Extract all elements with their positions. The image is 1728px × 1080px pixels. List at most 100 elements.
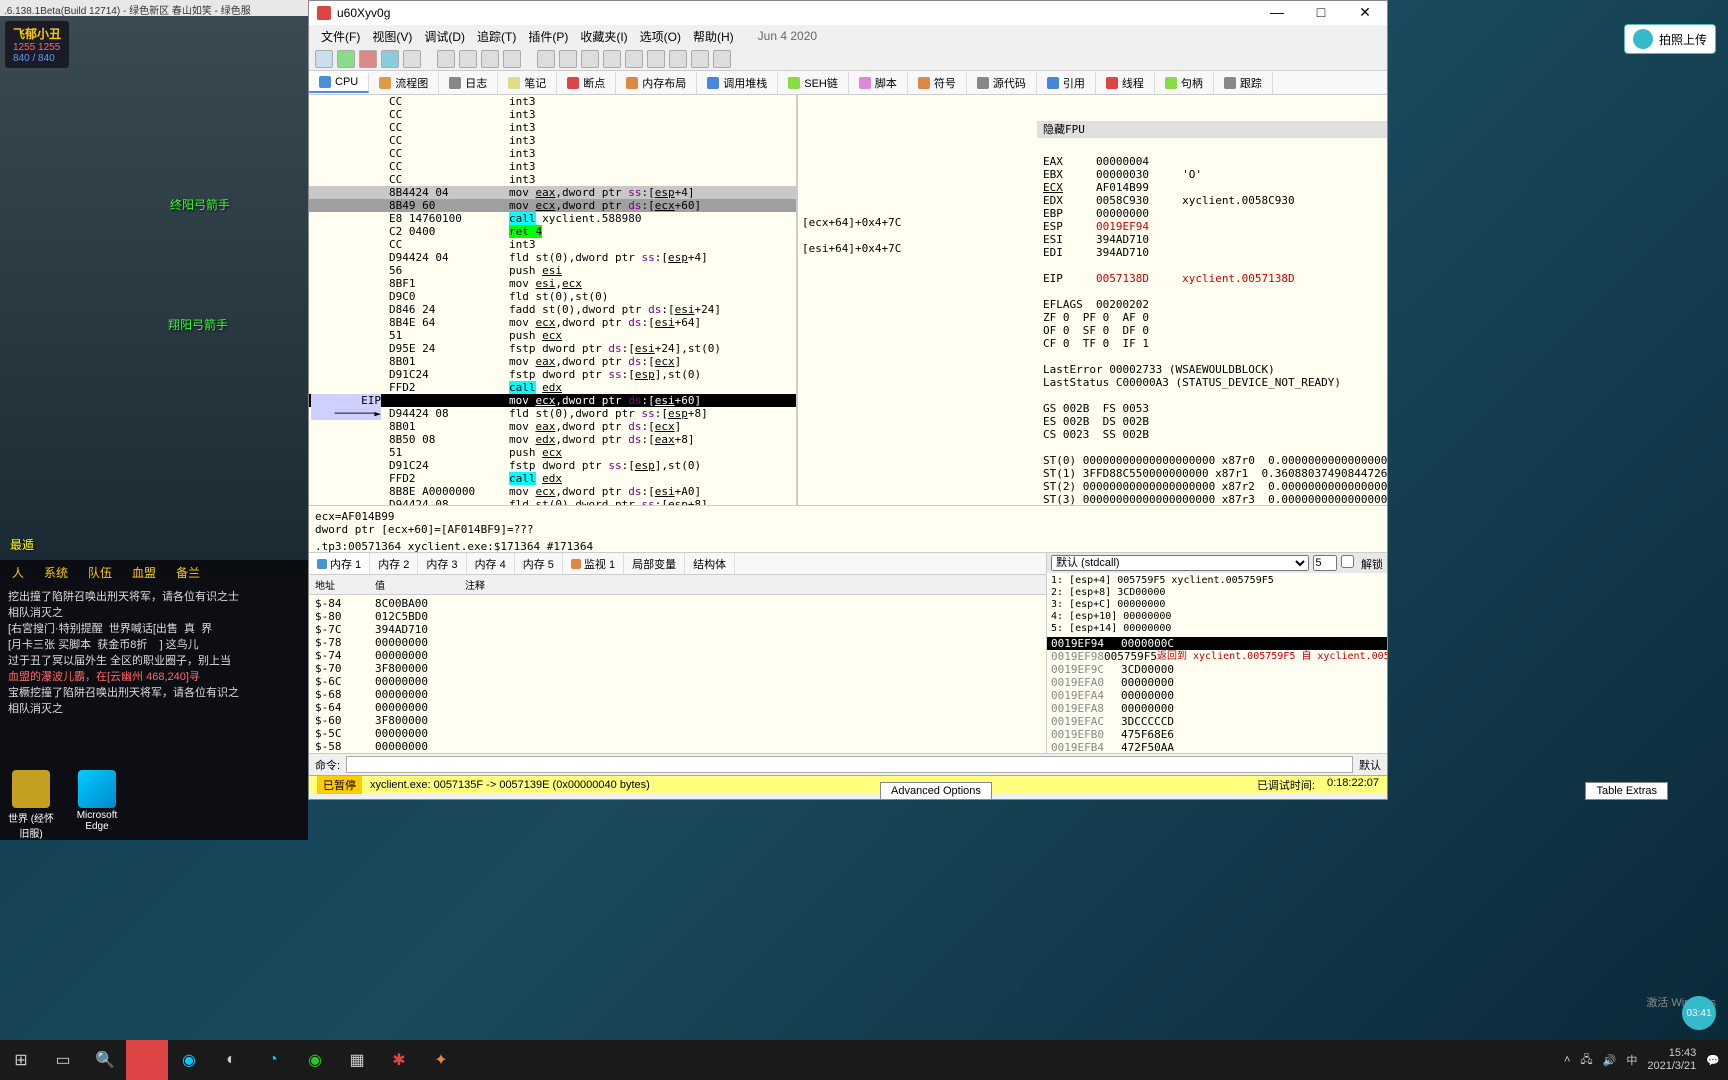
- stack-view[interactable]: 0019EF940000000C0019EF98005759F5返回到 xycl…: [1047, 637, 1387, 753]
- stack-row[interactable]: 0019EF9C3CD00000: [1047, 663, 1387, 676]
- disasm-line[interactable]: 8B4E 64mov ecx,dword ptr ds:[esi+64]: [309, 316, 796, 329]
- memory-row[interactable]: $-7800000000: [315, 636, 1040, 649]
- notifications-icon[interactable]: 💬: [1706, 1054, 1720, 1067]
- disasm-line[interactable]: D95E 24fstp dword ptr ds:[esi+24],st(0): [309, 342, 796, 355]
- stack-row[interactable]: 0019EF940000000C: [1047, 637, 1387, 650]
- tab-refs[interactable]: 引用: [1037, 72, 1096, 94]
- taskbar-app-debugger[interactable]: ✱: [378, 1040, 420, 1080]
- disasm-line[interactable]: D846 24fadd st(0),dword ptr ds:[esi+24]: [309, 303, 796, 316]
- taskbar-app-edge[interactable]: ◉: [168, 1040, 210, 1080]
- disasm-line[interactable]: FFD2call edx: [309, 472, 796, 485]
- tab-log[interactable]: 日志: [439, 72, 498, 94]
- tab-struct[interactable]: 结构体: [685, 553, 735, 574]
- disasm-line[interactable]: CCint3: [309, 121, 796, 134]
- tab-callstack[interactable]: 调用堆栈: [697, 72, 778, 94]
- game-viewport[interactable]: 飞郁小丑 1255 1255 840 / 840 终阳弓箭手 翔阳弓箭手 最遁: [0, 16, 308, 576]
- disasm-line[interactable]: 8B8E A0000000mov ecx,dword ptr ds:[esi+A…: [309, 485, 796, 498]
- callconv-select[interactable]: 默认 (stdcall): [1051, 555, 1309, 571]
- tab-watch[interactable]: 监视 1: [563, 553, 624, 574]
- disasm-line[interactable]: D94424 08fld st(0),dword ptr ss:[esp+8]: [309, 498, 796, 505]
- tool-icon[interactable]: [581, 50, 599, 68]
- step-out-icon[interactable]: [481, 50, 499, 68]
- disasm-line[interactable]: D91C24fstp dword ptr ss:[esp],st(0): [309, 368, 796, 381]
- disasm-line[interactable]: CCint3: [309, 238, 796, 251]
- taskbar-app-wechat[interactable]: ◉: [294, 1040, 336, 1080]
- menu-plugins[interactable]: 插件(P): [522, 26, 574, 47]
- maximize-button[interactable]: □: [1299, 1, 1343, 23]
- tab-handles[interactable]: 句柄: [1155, 72, 1214, 94]
- stack-row[interactable]: 0019EFB4472F50AA: [1047, 741, 1387, 753]
- disasm-line[interactable]: D94424 08fld st(0),dword ptr ss:[esp+8]: [309, 407, 796, 420]
- npc-label[interactable]: 终阳弓箭手: [170, 196, 230, 213]
- disasm-line[interactable]: CCint3: [309, 134, 796, 147]
- disasm-line[interactable]: 56push esi: [309, 264, 796, 277]
- disassembly-view[interactable]: EIP ──────► CCint3CCint3CCint3CCint3CCin…: [309, 95, 797, 505]
- clock-date[interactable]: 2021/3/21: [1647, 1060, 1696, 1073]
- tab-memmap[interactable]: 内存布局: [616, 72, 697, 94]
- tab-seh[interactable]: SEH链: [778, 72, 849, 94]
- chat-tab[interactable]: 人: [2, 562, 34, 583]
- stack-row[interactable]: 0019EFA400000000: [1047, 689, 1387, 702]
- registers-view[interactable]: 隐藏FPU EAX 00000004 EBX 00000030 'O' ECX …: [1037, 95, 1387, 505]
- stack-row[interactable]: 0019EFA800000000: [1047, 702, 1387, 715]
- restart-icon[interactable]: [337, 50, 355, 68]
- menu-trace[interactable]: 追踪(T): [471, 26, 522, 47]
- disasm-line[interactable]: 8B49 60mov ecx,dword ptr ds:[ecx+60]: [309, 199, 796, 212]
- debugger-title-bar[interactable]: u60Xyv0g: [309, 1, 1387, 25]
- disasm-line[interactable]: FFD2call edx: [309, 381, 796, 394]
- tray-ime[interactable]: 中: [1626, 1052, 1637, 1068]
- tool-icon[interactable]: [669, 50, 687, 68]
- disasm-line[interactable]: 8BF1mov esi,ecx: [309, 277, 796, 290]
- taskbar-app[interactable]: [126, 1040, 168, 1080]
- command-input[interactable]: [346, 756, 1353, 773]
- disasm-line[interactable]: 8B4424 04mov eax,dword ptr ss:[esp+4]: [309, 186, 796, 199]
- disasm-line[interactable]: D91C24fstp dword ptr ss:[esp],st(0): [309, 459, 796, 472]
- memory-row[interactable]: $-848C00BA00: [315, 597, 1040, 610]
- memory-row[interactable]: $-7400000000: [315, 649, 1040, 662]
- taskbar-app-eclipse[interactable]: ◐: [210, 1040, 252, 1080]
- memory-row[interactable]: $-6400000000: [315, 701, 1040, 714]
- memory-row[interactable]: $-703F800000: [315, 662, 1040, 675]
- tool-icon[interactable]: [713, 50, 731, 68]
- memory-row[interactable]: $-6800000000: [315, 688, 1040, 701]
- disasm-line[interactable]: 8B4E 60mov ecx,dword ptr ds:[esi+60]: [309, 394, 796, 407]
- regs-header[interactable]: 隐藏FPU: [1037, 121, 1387, 138]
- disasm-line[interactable]: D9C0fld st(0),st(0): [309, 290, 796, 303]
- step-icon[interactable]: [503, 50, 521, 68]
- menu-file[interactable]: 文件(F): [315, 26, 366, 47]
- taskbar-app[interactable]: ▦: [336, 1040, 378, 1080]
- memory-row[interactable]: $-7C394AD710: [315, 623, 1040, 636]
- stack-row[interactable]: 0019EFA000000000: [1047, 676, 1387, 689]
- tab-trace[interactable]: 跟踪: [1214, 72, 1273, 94]
- search-button[interactable]: 🔍: [84, 1040, 126, 1080]
- disasm-line[interactable]: D94424 04fld st(0),dword ptr ss:[esp+4]: [309, 251, 796, 264]
- run-icon[interactable]: [381, 50, 399, 68]
- memory-row[interactable]: $-603F800000: [315, 714, 1040, 727]
- argcount-input[interactable]: [1313, 555, 1337, 571]
- tab-mem1[interactable]: 内存 1: [309, 553, 370, 574]
- system-tray[interactable]: ˄ 🖧 🔊 中 15:43 2021/3/21 💬: [1564, 1047, 1728, 1073]
- disasm-line[interactable]: 8B01mov eax,dword ptr ds:[ecx]: [309, 355, 796, 368]
- cmd-default[interactable]: 默认: [1359, 757, 1381, 773]
- chat-tab[interactable]: 队伍: [78, 562, 122, 583]
- start-button[interactable]: ⊞: [0, 1040, 42, 1080]
- disasm-line[interactable]: CCint3: [309, 173, 796, 186]
- npc-label[interactable]: 翔阳弓箭手: [168, 316, 228, 333]
- disasm-line[interactable]: 8B50 08mov edx,dword ptr ds:[eax+8]: [309, 433, 796, 446]
- desktop-icon-wow[interactable]: 世界 (经怀旧服): [4, 770, 58, 840]
- table-extras-button[interactable]: Table Extras: [1585, 782, 1668, 800]
- unlock-checkbox[interactable]: 解锁: [1341, 555, 1383, 571]
- memory-dump[interactable]: $-848C00BA00$-80012C5BD0$-7C394AD710$-78…: [309, 595, 1046, 753]
- tab-notes[interactable]: 笔记: [498, 72, 557, 94]
- tray-volume-icon[interactable]: 🔊: [1603, 1054, 1617, 1067]
- disasm-line[interactable]: 51push ecx: [309, 446, 796, 459]
- tool-icon[interactable]: [559, 50, 577, 68]
- tab-graph[interactable]: 流程图: [369, 72, 439, 94]
- tool-icon[interactable]: [603, 50, 621, 68]
- stack-row[interactable]: 0019EFB0475F68E6: [1047, 728, 1387, 741]
- stack-row[interactable]: 0019EF98005759F5返回到 xyclient.005759F5 自 …: [1047, 650, 1387, 663]
- tab-breakpoints[interactable]: 断点: [557, 72, 616, 94]
- tool-icon[interactable]: [691, 50, 709, 68]
- chat-tab[interactable]: 备兰: [166, 562, 210, 583]
- memory-row[interactable]: $-5C00000000: [315, 727, 1040, 740]
